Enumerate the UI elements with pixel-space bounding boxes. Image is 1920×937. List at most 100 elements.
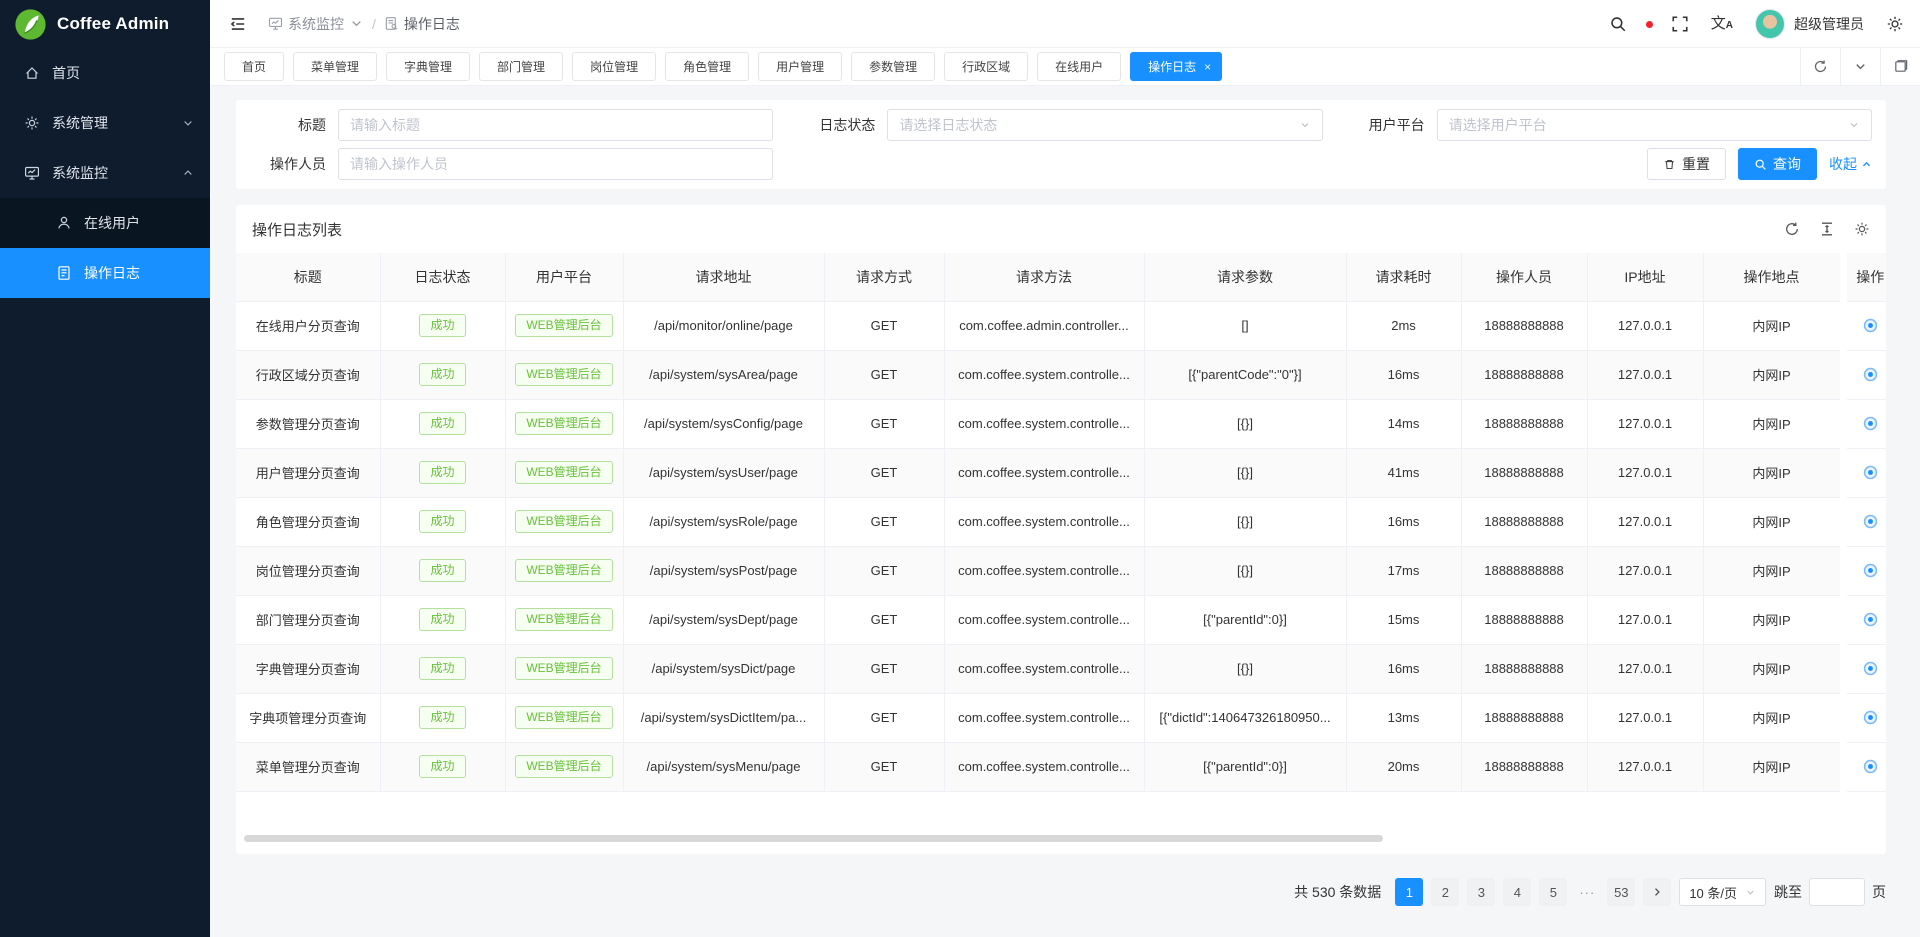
view-detail-icon[interactable]: [1862, 758, 1879, 775]
view-detail-icon[interactable]: [1862, 317, 1879, 334]
cell-location: 内网IP: [1703, 742, 1843, 791]
collapse-label: 收起: [1829, 154, 1857, 174]
chevron-down-icon[interactable]: [1840, 48, 1880, 85]
tab-operation-log[interactable]: 操作日志 ×: [1130, 52, 1222, 81]
page-button-3[interactable]: 3: [1467, 878, 1495, 906]
tab-controls: [1800, 48, 1920, 85]
pagination-ellipsis[interactable]: ···: [1575, 885, 1599, 900]
reset-button[interactable]: 重置: [1647, 148, 1726, 180]
sidebar-item-home[interactable]: 首页: [0, 48, 210, 98]
document-icon: [56, 265, 72, 281]
view-detail-icon[interactable]: [1862, 415, 1879, 432]
col-header-title: 标题: [236, 253, 380, 301]
gear-icon[interactable]: [1886, 15, 1904, 33]
cell-request-params: [{}]: [1144, 497, 1346, 546]
view-detail-icon[interactable]: [1862, 709, 1879, 726]
status-badge: 成功: [419, 461, 465, 485]
next-page-button[interactable]: [1643, 878, 1671, 906]
cell-status: 成功: [380, 742, 505, 791]
title-input[interactable]: [338, 109, 773, 141]
app-logo[interactable]: Coffee Admin: [0, 0, 210, 48]
platform-badge: WEB管理后台: [515, 412, 612, 436]
view-detail-icon[interactable]: [1862, 562, 1879, 579]
tab-post-management[interactable]: 岗位管理: [572, 52, 656, 81]
document-search-icon: [384, 16, 399, 31]
page-button-2[interactable]: 2: [1431, 878, 1459, 906]
app-title: Coffee Admin: [57, 14, 169, 34]
filter-status-field: 日志状态 请选择日志状态: [799, 109, 1322, 141]
tab-dept-management[interactable]: 部门管理: [479, 52, 563, 81]
breadcrumb-item-monitor[interactable]: 系统监控: [268, 14, 364, 34]
page-button-1[interactable]: 1: [1395, 878, 1423, 906]
page-button-last[interactable]: 53: [1607, 878, 1635, 906]
page-button-4[interactable]: 4: [1503, 878, 1531, 906]
cell-request-params: [{}]: [1144, 644, 1346, 693]
platform-select[interactable]: 请选择用户平台: [1437, 109, 1872, 141]
refresh-icon[interactable]: [1784, 221, 1800, 237]
tab-menu-management[interactable]: 菜单管理: [293, 52, 377, 81]
maximize-icon[interactable]: [1880, 48, 1920, 85]
sidebar: Coffee Admin 首页 系统管理 系统监控 在线用户: [0, 0, 210, 937]
gear-icon[interactable]: [1854, 221, 1870, 237]
col-header-operator: 操作人员: [1461, 253, 1587, 301]
tab-dict-management[interactable]: 字典管理: [386, 52, 470, 81]
collapse-filters-link[interactable]: 收起: [1829, 154, 1872, 174]
cell-action: [1843, 301, 1886, 350]
close-icon[interactable]: ×: [1204, 60, 1211, 74]
cell-duration: 16ms: [1346, 350, 1461, 399]
cell-title: 用户管理分页查询: [236, 448, 380, 497]
jump-page-input[interactable]: [1809, 878, 1865, 906]
view-detail-icon[interactable]: [1862, 611, 1879, 628]
fullscreen-icon[interactable]: [1671, 15, 1689, 33]
cell-location: 内网IP: [1703, 350, 1843, 399]
status-select[interactable]: 请选择日志状态: [887, 109, 1322, 141]
breadcrumb-label: 系统监控: [288, 14, 344, 34]
refresh-icon[interactable]: [1800, 48, 1840, 85]
translate-icon[interactable]: 文A: [1711, 16, 1733, 31]
view-detail-icon[interactable]: [1862, 464, 1879, 481]
page-size-value: 10 条/页: [1689, 883, 1737, 902]
home-icon: [24, 65, 40, 81]
user-menu[interactable]: 超级管理员: [1755, 9, 1864, 39]
sidebar-item-system-management[interactable]: 系统管理: [0, 98, 210, 148]
tab-role-management[interactable]: 角色管理: [665, 52, 749, 81]
tab-area-management[interactable]: 行政区域: [944, 52, 1028, 81]
tab-home[interactable]: 首页: [224, 52, 284, 81]
page-button-5[interactable]: 5: [1539, 878, 1567, 906]
breadcrumb-item-operation-log[interactable]: 操作日志: [384, 14, 460, 34]
cell-platform: WEB管理后台: [505, 644, 623, 693]
table-row: 在线用户分页查询 成功 WEB管理后台 /api/monitor/online/…: [236, 301, 1886, 350]
cell-action: [1843, 546, 1886, 595]
filter-actions: 重置 查询 收起: [1349, 148, 1872, 180]
search-icon[interactable]: [1609, 15, 1627, 33]
monitor-icon: [24, 165, 40, 181]
view-detail-icon[interactable]: [1862, 513, 1879, 530]
pagination: 共 530 条数据 1 2 3 4 5 ··· 53 10 条/页 跳至 页: [236, 878, 1886, 906]
tab-config-management[interactable]: 参数管理: [851, 52, 935, 81]
sidebar-item-online-users[interactable]: 在线用户: [0, 198, 210, 248]
cell-action: [1843, 644, 1886, 693]
platform-badge: WEB管理后台: [515, 559, 612, 583]
cell-action: [1843, 350, 1886, 399]
density-icon[interactable]: [1819, 221, 1835, 237]
sidebar-fold-icon[interactable]: [224, 10, 252, 38]
tab-user-management[interactable]: 用户管理: [758, 52, 842, 81]
operator-input[interactable]: [338, 148, 773, 180]
view-detail-icon[interactable]: [1862, 660, 1879, 677]
tab-online-users[interactable]: 在线用户: [1037, 52, 1121, 81]
cell-request-url: /api/system/sysDictItem/pa...: [623, 693, 824, 742]
cell-duration: 16ms: [1346, 497, 1461, 546]
horizontal-scrollbar[interactable]: [244, 835, 1383, 842]
cell-status: 成功: [380, 546, 505, 595]
sidebar-item-operation-log[interactable]: 操作日志: [0, 248, 210, 298]
cell-request-method: GET: [824, 350, 944, 399]
page-size-select[interactable]: 10 条/页: [1679, 878, 1766, 906]
col-header-status: 日志状态: [380, 253, 505, 301]
cell-duration: 13ms: [1346, 693, 1461, 742]
sidebar-menu: 首页 系统管理 系统监控 在线用户 操作日志: [0, 48, 210, 937]
chevron-down-icon: [1848, 119, 1860, 131]
search-button[interactable]: 查询: [1738, 148, 1817, 180]
sidebar-item-system-monitor[interactable]: 系统监控: [0, 148, 210, 198]
cell-status: 成功: [380, 399, 505, 448]
view-detail-icon[interactable]: [1862, 366, 1879, 383]
